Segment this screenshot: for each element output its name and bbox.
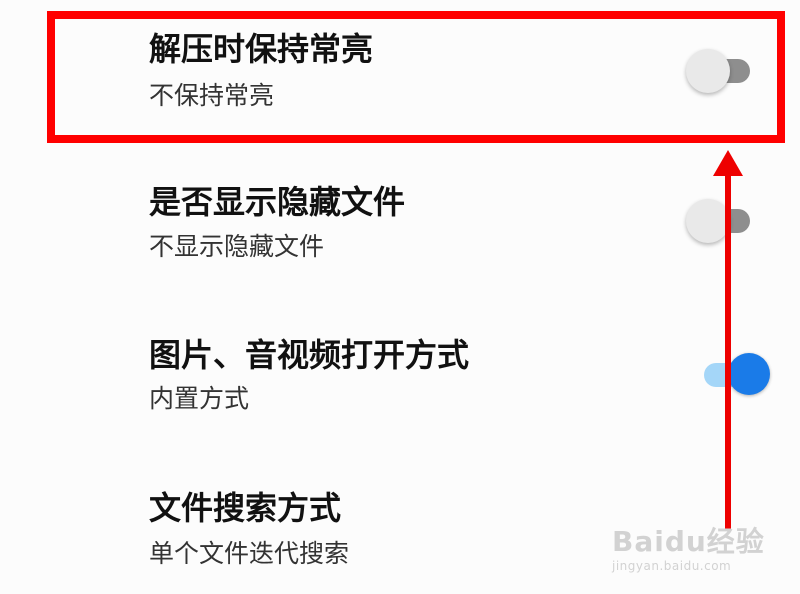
setting-row-media-open-mode[interactable]: 图片、音视频打开方式 内置方式 — [0, 300, 800, 440]
setting-title: 图片、音视频打开方式 — [149, 336, 470, 374]
media-open-mode-toggle[interactable] — [704, 353, 774, 399]
setting-subtitle: 单个文件迭代搜索 — [149, 539, 350, 568]
highlight-box — [47, 11, 785, 143]
watermark-url: jingyan.baidu.com — [612, 559, 732, 573]
toggle-knob — [686, 199, 730, 243]
setting-subtitle: 不显示隐藏文件 — [149, 232, 325, 261]
show-hidden-files-toggle[interactable] — [686, 199, 756, 245]
setting-title: 文件搜索方式 — [149, 489, 342, 527]
setting-row-show-hidden-files[interactable]: 是否显示隐藏文件 不显示隐藏文件 — [0, 150, 800, 290]
watermark: Baidu经验 jingyan.baidu.com — [612, 525, 765, 573]
arrow-shaft — [725, 172, 731, 530]
watermark-logo: Baidu经验 — [612, 525, 765, 558]
setting-subtitle: 内置方式 — [149, 384, 250, 413]
setting-title: 是否显示隐藏文件 — [149, 183, 406, 221]
toggle-knob — [728, 353, 770, 395]
